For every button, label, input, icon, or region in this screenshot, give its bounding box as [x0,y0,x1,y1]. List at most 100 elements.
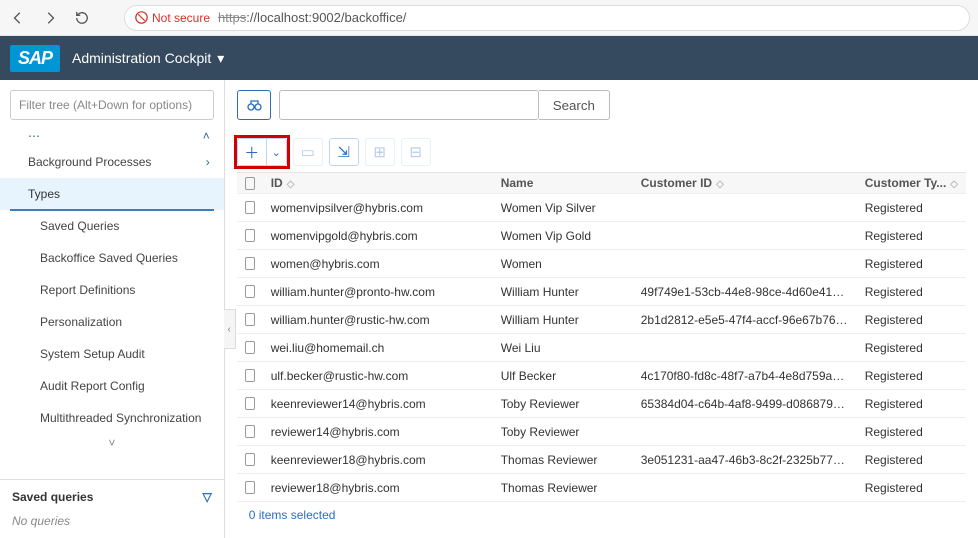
bulk-action-1: ⊞ [365,138,395,166]
reload-icon [75,11,89,25]
table-row[interactable]: william.hunter@rustic-hw.comWilliam Hunt… [237,306,966,334]
cell-customer-type: Registered [857,453,966,467]
sidebar-item-saved-queries[interactable]: Saved Queries [0,210,224,242]
cell-name: Women [493,257,633,271]
chevron-down-icon: ⌄ [272,146,281,159]
cell-customer-id: 49f749e1-53cb-44e8-98ce-4d60e41d9e00 [633,285,857,299]
reload-button[interactable] [72,8,92,28]
chevron-right-icon: › [206,155,210,169]
table-row[interactable]: reviewer18@hybris.comThomas ReviewerRegi… [237,474,966,502]
column-header-id[interactable]: ID◇ [263,176,493,190]
table-row[interactable]: reviewer14@hybris.comToby Reviewer Regist… [237,418,966,446]
table-row[interactable]: womenvipgold@hybris.comWomen Vip GoldReg… [237,222,966,250]
back-button[interactable] [8,8,28,28]
sidebar-item-label: Saved Queries [40,219,119,233]
forward-button[interactable] [40,8,60,28]
saved-queries-empty: No queries [12,514,212,528]
chevron-left-icon: ‹ [228,324,231,335]
sidebar-item-system-setup-audit[interactable]: System Setup Audit [0,338,224,370]
cell-customer-type: Registered [857,425,966,439]
cell-customer-type: Registered [857,397,966,411]
chevron-up-icon: ˄ [203,129,210,143]
cell-customer-type: Registered [857,285,966,299]
sidebar-item-background-processes[interactable]: Background Processes › [0,146,224,178]
sidebar-item-backoffice-saved-queries[interactable]: Backoffice Saved Queries [0,242,224,274]
nav-tree: ⋯ ˄ Background Processes › Types Saved Q… [0,126,224,479]
dots-icon: ⋯ [28,129,40,143]
filter-placeholder: Filter tree (Alt+Down for options) [19,98,192,112]
table-row[interactable]: women@hybris.comWomenRegistered [237,250,966,278]
row-checkbox[interactable] [245,257,255,270]
column-header-customer-type[interactable]: Customer Ty...◇ [857,176,966,190]
create-button-group: ＋ ⌄ [237,138,287,166]
sidebar-item-label: Audit Report Config [40,379,145,393]
cockpit-switcher[interactable]: Administration Cockpit ▾ [72,50,224,67]
export-button[interactable]: ⇲ [329,138,359,166]
filter-icon[interactable]: ▽ [202,490,211,504]
cell-name: Women Vip Silver [493,201,633,215]
sidebar-item-multithreaded-sync[interactable]: Multithreaded Synchronization [0,402,224,434]
row-checkbox[interactable] [245,201,255,214]
row-checkbox[interactable] [245,285,255,298]
row-checkbox[interactable] [245,341,255,354]
address-bar[interactable]: Not secure https://localhost:9002/backof… [124,5,970,31]
binoculars-icon [246,97,262,113]
column-header-customer-id[interactable]: Customer ID◇ [633,176,857,190]
cell-customer-id: 65384d04-c64b-4af8-9499-d086879d1de6 [633,397,857,411]
grid-icon: ⊟ [409,143,422,161]
chevron-down-icon: ▾ [217,50,224,67]
cell-customer-type: Registered [857,313,966,327]
cell-customer-type: Registered [857,481,966,495]
row-checkbox[interactable] [245,229,255,242]
security-status: Not secure [135,11,210,25]
sidebar-item-label: Types [28,187,60,201]
cell-customer-type: Registered [857,257,966,271]
row-checkbox[interactable] [245,313,255,326]
not-secure-label: Not secure [152,11,210,25]
search-button[interactable]: Search [539,90,610,120]
sidebar-item-audit-report-config[interactable]: Audit Report Config [0,370,224,402]
search-bar: Search [237,90,966,120]
search-input[interactable] [279,90,539,120]
cell-id: womenvipsilver@hybris.com [263,201,493,215]
selection-footer: 0 items selected [237,502,966,528]
sidebar-item-report-definitions[interactable]: Report Definitions [0,274,224,306]
create-button[interactable]: ＋ [237,138,267,166]
sidebar-collapse-handle[interactable]: ‹ [224,309,236,349]
cell-name: Toby Reviewer [493,425,633,439]
cell-customer-id: 4c170f80-fd8c-48f7-a7b4-4e8d759a3b6e [633,369,857,383]
search-mode-button[interactable] [237,90,271,120]
cell-customer-type: Registered [857,369,966,383]
grid-icon: ⊞ [373,143,386,161]
table-row[interactable]: womenvipsilver@hybris.comWomen Vip Silve… [237,194,966,222]
cell-id: reviewer14@hybris.com [263,425,493,439]
export-icon: ⇲ [337,143,350,161]
row-checkbox[interactable] [245,369,255,382]
list-toolbar: ＋ ⌄ ▭ ⇲ ⊞ ⊟ [237,138,966,166]
create-dropdown[interactable]: ⌄ [267,138,287,166]
table-row[interactable]: keenreviewer18@hybris.comThomas Reviewer… [237,446,966,474]
select-all-checkbox[interactable] [245,177,255,190]
cell-id: ulf.becker@rustic-hw.com [263,369,493,383]
row-checkbox[interactable] [245,481,255,494]
cell-name: Thomas Reviewer [493,481,633,495]
table-row[interactable]: william.hunter@pronto-hw.comWilliam Hunt… [237,278,966,306]
cell-customer-id: 2b1d2812-e5e5-47f4-accf-96e67b76d4e7 [633,313,857,327]
table-row[interactable]: keenreviewer14@hybris.comToby Reviewer65… [237,390,966,418]
row-checkbox[interactable] [245,453,255,466]
table-row[interactable]: ulf.becker@rustic-hw.comUlf Becker4c170f… [237,362,966,390]
row-checkbox[interactable] [245,397,255,410]
row-checkbox[interactable] [245,425,255,438]
tree-filter-input[interactable]: Filter tree (Alt+Down for options) [10,90,214,120]
tree-collapse-row[interactable]: ⋯ ˄ [0,126,224,146]
sidebar-item-label: Personalization [40,315,122,329]
url-text: https://localhost:9002/backoffice/ [218,10,406,25]
table-row[interactable]: wei.liu@homemail.chWei LiuRegistered [237,334,966,362]
column-header-name[interactable]: Name [493,176,633,190]
sap-logo: SAP [10,45,60,72]
sidebar-item-personalization[interactable]: Personalization [0,306,224,338]
cell-name: William Hunter [493,285,633,299]
sidebar-item-types[interactable]: Types [0,178,224,210]
sidebar-item-label: Multithreaded Synchronization [40,411,201,425]
sidebar: Filter tree (Alt+Down for options) ⋯ ˄ B… [0,80,225,538]
